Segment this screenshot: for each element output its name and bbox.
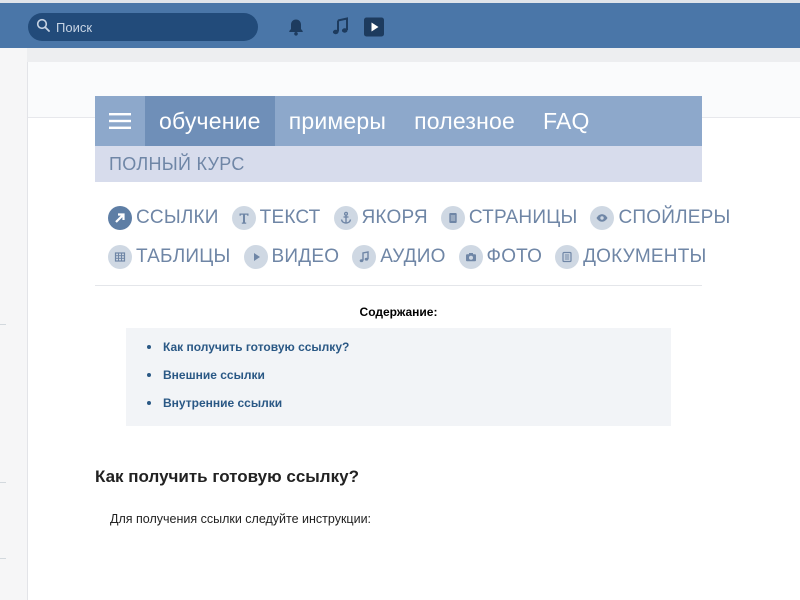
topic-label: ЯКОРЯ bbox=[361, 206, 428, 228]
table-icon bbox=[108, 244, 132, 269]
topic-text[interactable]: ТЕКСТ bbox=[231, 205, 321, 230]
topic-documents[interactable]: ДОКУМЕНТЫ bbox=[555, 244, 707, 269]
topic-list: ССЫЛКИ ТЕКСТ ЯКОРЯ СТРАНИЦЫ СПОЙЛЕРЫ ТАБ… bbox=[108, 198, 730, 276]
topic-audio[interactable]: АУДИО bbox=[352, 244, 446, 269]
eye-icon bbox=[590, 205, 615, 230]
topic-label: АУДИО bbox=[380, 245, 446, 267]
section-heading: Как получить готовую ссылку? bbox=[95, 467, 359, 486]
camera-icon bbox=[458, 244, 483, 269]
link-arrow-icon bbox=[108, 205, 132, 230]
toc-title: Содержание: bbox=[359, 305, 438, 319]
tab-learning[interactable]: обучение bbox=[145, 96, 275, 146]
music-icon[interactable] bbox=[330, 16, 352, 38]
topic-spoilers[interactable]: СПОЙЛЕРЫ bbox=[590, 205, 731, 230]
toc-link-external[interactable]: Внешние ссылки bbox=[163, 368, 265, 382]
search-input[interactable] bbox=[56, 19, 246, 35]
topic-video[interactable]: ВИДЕО bbox=[243, 244, 340, 269]
section-paragraph: Для получения ссылки следуйте инструкции… bbox=[110, 512, 372, 526]
topic-tables[interactable]: ТАБЛИЦЫ bbox=[108, 244, 231, 269]
subnav-label[interactable]: ПОЛНЫЙ КУРС bbox=[109, 154, 245, 175]
search-icon bbox=[36, 18, 50, 37]
topic-label: ТЕКСТ bbox=[259, 206, 321, 228]
toc-box: Как получить готовую ссылку? Внешние ссы… bbox=[126, 328, 671, 426]
topic-label: СТРАНИЦЫ bbox=[468, 206, 578, 228]
play-icon bbox=[243, 244, 268, 269]
toc-link-internal[interactable]: Внутренние ссылки bbox=[163, 396, 282, 410]
topic-photo[interactable]: ФОТО bbox=[458, 244, 543, 269]
text-icon bbox=[231, 205, 256, 230]
page-icon bbox=[440, 205, 465, 230]
divider bbox=[95, 285, 702, 286]
note-icon bbox=[352, 244, 377, 269]
tab-examples[interactable]: примеры bbox=[275, 96, 400, 146]
course-nav: обучение примеры полезное FAQ bbox=[95, 96, 702, 146]
topic-anchors[interactable]: ЯКОРЯ bbox=[333, 205, 428, 230]
menu-icon[interactable] bbox=[95, 96, 145, 146]
top-bar bbox=[0, 0, 800, 48]
toc-link-get-link[interactable]: Как получить готовую ссылку? bbox=[163, 340, 349, 354]
bell-icon[interactable] bbox=[285, 16, 307, 38]
tab-useful[interactable]: полезное bbox=[400, 96, 529, 146]
video-play-icon[interactable] bbox=[363, 16, 385, 38]
document-icon bbox=[555, 244, 580, 269]
subnav-bar[interactable]: ПОЛНЫЙ КУРС bbox=[95, 146, 702, 182]
toc-item: Внутренние ссылки bbox=[147, 396, 671, 424]
toc-item: Как получить готовую ссылку? bbox=[147, 340, 671, 368]
toc-item: Внешние ссылки bbox=[147, 368, 671, 396]
anchor-icon bbox=[333, 205, 358, 230]
search-box[interactable] bbox=[28, 13, 258, 41]
topic-pages[interactable]: СТРАНИЦЫ bbox=[440, 205, 578, 230]
topic-label: ФОТО bbox=[486, 245, 543, 267]
topic-label: ВИДЕО bbox=[271, 245, 340, 267]
topic-label: ДОКУМЕНТЫ bbox=[583, 245, 707, 267]
topic-label: ТАБЛИЦЫ bbox=[136, 245, 231, 267]
topic-label: СПОЙЛЕРЫ bbox=[618, 206, 731, 228]
left-sidebar bbox=[0, 48, 27, 600]
topic-links[interactable]: ССЫЛКИ bbox=[108, 205, 219, 230]
tab-faq[interactable]: FAQ bbox=[529, 96, 604, 146]
topic-label: ССЫЛКИ bbox=[136, 206, 219, 228]
